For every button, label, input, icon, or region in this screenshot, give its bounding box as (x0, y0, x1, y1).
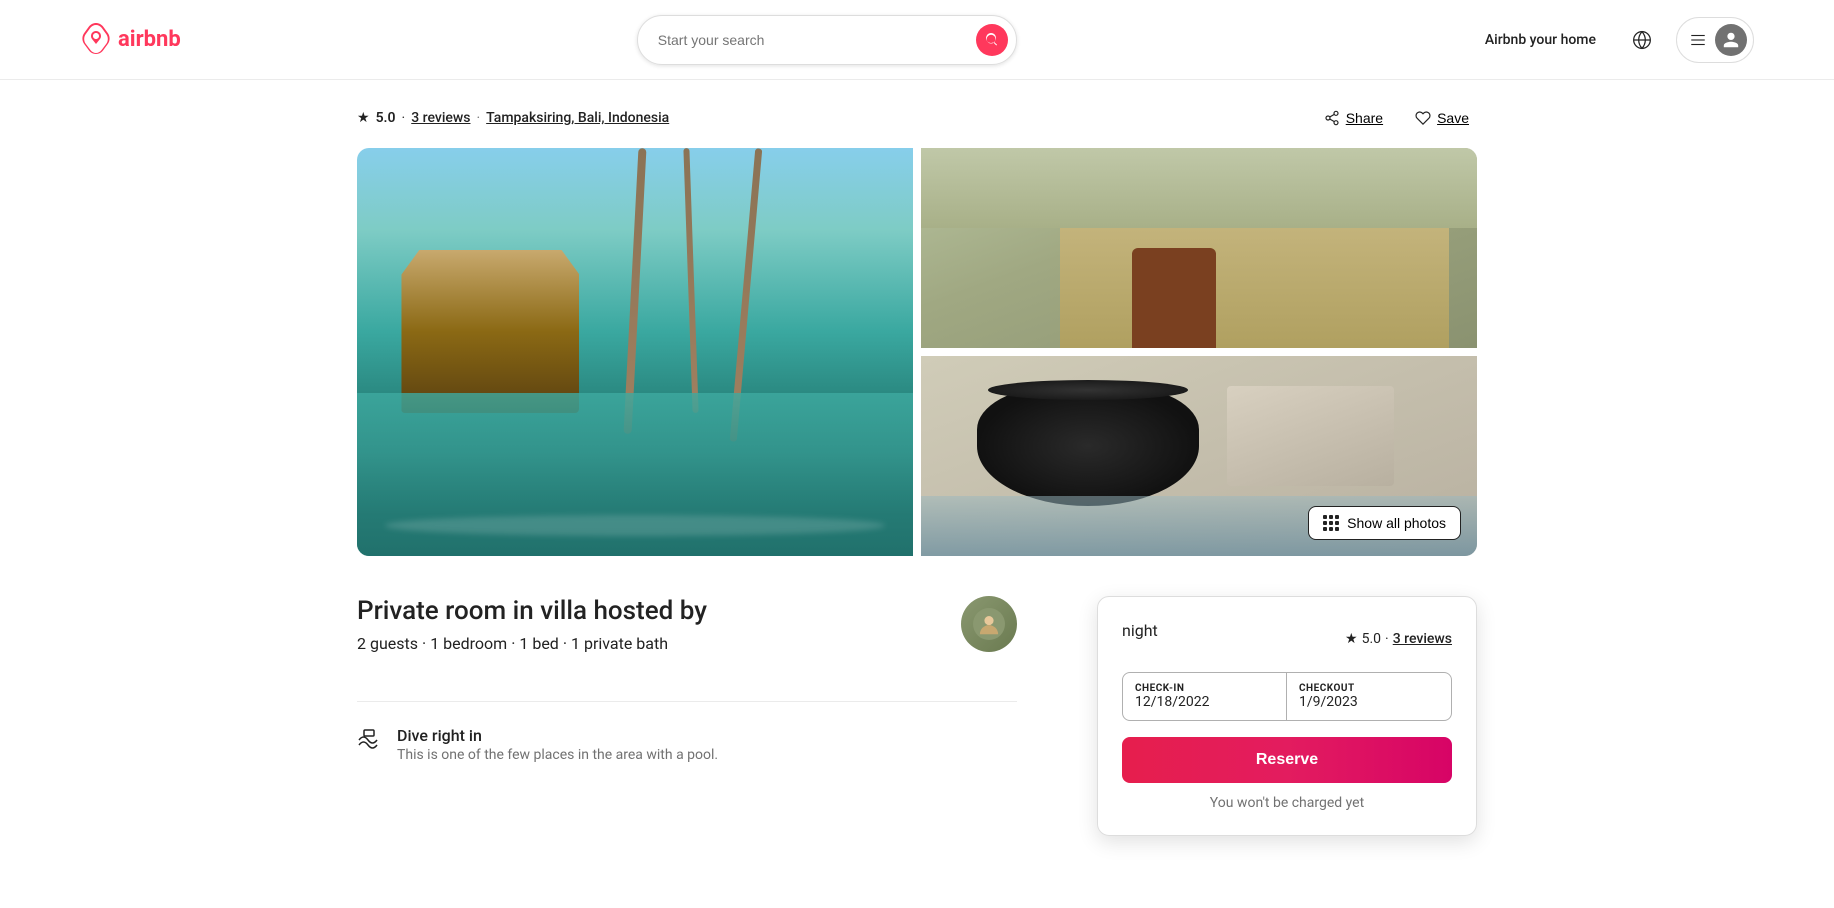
separator-dot: · (402, 110, 406, 126)
date-grid: CHECK-IN 12/18/2022 CHECKOUT 1/9/2023 (1122, 672, 1452, 721)
listing-left: Private room in villa hosted by 2 guests… (357, 596, 1017, 836)
divider-1 (357, 701, 1017, 702)
star-icon-booking: ★ (1345, 631, 1358, 647)
photo-main[interactable] (357, 148, 913, 556)
search-button[interactable] (976, 24, 1008, 56)
booking-rating-dot: · (1385, 631, 1389, 647)
share-button[interactable]: Share (1316, 104, 1391, 132)
listing-meta: ★ 5.0 · 3 reviews · Tampaksiring, Bali, … (357, 80, 1477, 148)
listing-details: 2 guests · 1 bedroom · 1 bed · 1 private… (357, 634, 707, 653)
listing-title: Private room in villa hosted by (357, 596, 707, 626)
globe-icon (1632, 30, 1652, 50)
guests: 2 guests (357, 634, 418, 653)
photo-entrance[interactable] (921, 148, 1477, 348)
search-icon (985, 33, 999, 47)
listing-meta-right: Share Save (1316, 104, 1477, 132)
dot: · (477, 110, 481, 126)
logo-text: airbnb (118, 27, 181, 52)
booking-top: night ★ 5.0 · 3 reviews (1122, 621, 1452, 656)
show-all-photos-label: Show all photos (1347, 515, 1446, 531)
photo-grid (357, 148, 1477, 556)
reviews-link[interactable]: 3 reviews (411, 110, 470, 126)
baths: 1 private bath (571, 634, 668, 653)
price-night-label: night (1122, 621, 1158, 640)
checkout-label: CHECKOUT (1299, 683, 1439, 694)
language-button[interactable] (1624, 22, 1660, 58)
pool-icon (357, 728, 381, 758)
waves-icon (357, 728, 381, 752)
feature-pool-text: Dive right in This is one of the few pla… (397, 726, 718, 763)
listing-content: Private room in villa hosted by 2 guests… (357, 556, 1477, 876)
photo-grid-wrapper: Show all photos (357, 148, 1477, 556)
feature-pool: Dive right in This is one of the few pla… (357, 726, 1017, 763)
main-content: ★ 5.0 · 3 reviews · Tampaksiring, Bali, … (277, 80, 1557, 876)
search-bar[interactable] (637, 15, 1017, 65)
host-avatar-image (961, 596, 1017, 652)
booking-card: night ★ 5.0 · 3 reviews CHECK-IN 12/18/2… (1097, 596, 1477, 836)
booking-price: night (1122, 621, 1158, 640)
checkin-cell[interactable]: CHECK-IN 12/18/2022 (1123, 673, 1287, 720)
host-photo (973, 608, 1005, 640)
host-avatar[interactable] (961, 596, 1017, 652)
date-row: CHECK-IN 12/18/2022 CHECKOUT 1/9/2023 (1123, 673, 1451, 720)
bedrooms: 1 bedroom (430, 634, 507, 653)
grid-icon (1323, 515, 1339, 531)
hamburger-icon (1689, 31, 1707, 49)
beds: 1 bed (519, 634, 558, 653)
avatar-icon (1722, 31, 1740, 49)
feature-pool-desc: This is one of the few places in the are… (397, 747, 718, 763)
booking-rating-value: 5.0 (1362, 631, 1381, 647)
booking-reviews-link[interactable]: 3 reviews (1393, 631, 1452, 647)
rating: 5.0 (376, 110, 396, 126)
booking-note: You won't be charged yet (1122, 795, 1452, 811)
share-label: Share (1346, 110, 1383, 126)
search-input[interactable] (658, 32, 966, 48)
checkout-date: 1/9/2023 (1299, 694, 1439, 710)
avatar (1715, 24, 1747, 56)
share-icon (1324, 110, 1340, 126)
user-menu[interactable] (1676, 17, 1754, 63)
listing-title-row: Private room in villa hosted by 2 guests… (357, 596, 1017, 677)
airbnb-logo-icon (80, 22, 112, 58)
checkin-label: CHECK-IN (1135, 683, 1274, 694)
header: airbnb Airbnb your home (0, 0, 1834, 80)
airbnb-your-home-link[interactable]: Airbnb your home (1473, 24, 1608, 56)
booking-rating: ★ 5.0 · 3 reviews (1345, 631, 1452, 647)
show-all-photos-button[interactable]: Show all photos (1308, 506, 1461, 540)
header-right: Airbnb your home (1473, 17, 1754, 63)
reserve-button[interactable]: Reserve (1122, 737, 1452, 783)
save-label: Save (1437, 110, 1469, 126)
location-link[interactable]: Tampaksiring, Bali, Indonesia (486, 110, 669, 126)
feature-pool-title: Dive right in (397, 726, 718, 745)
listing-meta-left: ★ 5.0 · 3 reviews · Tampaksiring, Bali, … (357, 110, 669, 126)
checkin-date: 12/18/2022 (1135, 694, 1274, 710)
heart-icon (1415, 110, 1431, 126)
logo[interactable]: airbnb (80, 22, 181, 58)
reserve-label: Reserve (1256, 751, 1318, 768)
star-icon: ★ (357, 110, 370, 126)
checkout-cell[interactable]: CHECKOUT 1/9/2023 (1287, 673, 1451, 720)
save-button[interactable]: Save (1407, 104, 1477, 132)
listing-info: Private room in villa hosted by 2 guests… (357, 596, 707, 677)
